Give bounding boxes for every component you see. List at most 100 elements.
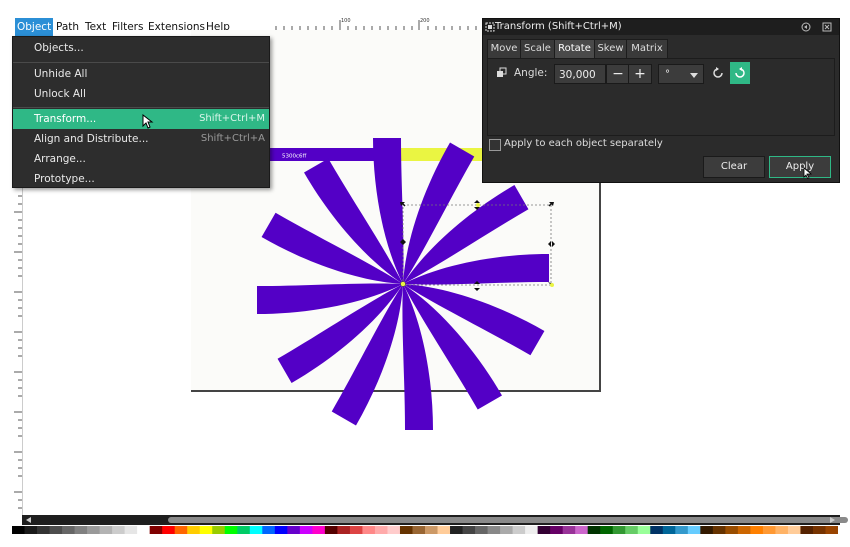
palette-swatch[interactable]: [374, 526, 388, 534]
palette-swatch[interactable]: [512, 526, 526, 534]
palette-swatch[interactable]: [124, 526, 138, 534]
menu-item-objects[interactable]: Objects...: [13, 38, 269, 58]
palette-swatch[interactable]: [775, 526, 789, 534]
menu-item-label: Prototype...: [34, 173, 95, 185]
menu-item-unhide-all[interactable]: Unhide All: [13, 64, 269, 84]
palette-swatch[interactable]: [274, 526, 288, 534]
palette-swatch[interactable]: [262, 526, 276, 534]
apply-each-checkbox[interactable]: [489, 139, 501, 151]
tab-move[interactable]: Move: [487, 39, 521, 59]
palette-swatch[interactable]: [700, 526, 714, 534]
scrollbar-thumb[interactable]: [168, 517, 848, 523]
tab-matrix[interactable]: Matrix: [626, 39, 668, 59]
tab-rotate[interactable]: Rotate: [554, 39, 595, 59]
palette-swatch[interactable]: [162, 526, 176, 534]
palette-swatch[interactable]: [49, 526, 63, 534]
tab-skew[interactable]: Skew: [594, 39, 627, 59]
scroll-right-icon[interactable]: [830, 517, 836, 523]
palette-swatch[interactable]: [174, 526, 188, 534]
palette-swatch[interactable]: [12, 526, 26, 534]
palette-swatch[interactable]: [487, 526, 501, 534]
palette-swatch[interactable]: [387, 526, 401, 534]
palette-swatch[interactable]: [812, 526, 826, 534]
palette-swatch[interactable]: [212, 526, 226, 534]
angle-increment-button[interactable]: +: [628, 64, 652, 84]
palette-swatch[interactable]: [525, 526, 539, 534]
rotate-counterclockwise-icon[interactable]: [712, 67, 724, 79]
palette-swatch[interactable]: [362, 526, 376, 534]
menu-object[interactable]: Object: [15, 18, 54, 36]
menu-item-transform[interactable]: Transform... Shift+Ctrl+M: [13, 109, 269, 129]
palette-swatch[interactable]: [737, 526, 751, 534]
menu-item-align-distribute[interactable]: Align and Distribute... Shift+Ctrl+A: [13, 129, 269, 149]
palette-swatch[interactable]: [237, 526, 251, 534]
menu-text[interactable]: Text: [83, 18, 108, 36]
palette-swatch[interactable]: [299, 526, 313, 534]
angle-unit-select[interactable]: °: [658, 64, 704, 84]
palette-swatch[interactable]: [750, 526, 764, 534]
menu-item-unlock-all[interactable]: Unlock All: [13, 84, 269, 104]
palette-swatch[interactable]: [412, 526, 426, 534]
palette-swatch[interactable]: [662, 526, 676, 534]
palette-swatch[interactable]: [24, 526, 38, 534]
clear-button[interactable]: Clear: [703, 156, 765, 178]
palette-swatch[interactable]: [687, 526, 701, 534]
palette-swatch[interactable]: [74, 526, 88, 534]
color-palette[interactable]: [12, 526, 838, 534]
palette-swatch[interactable]: [199, 526, 213, 534]
menu-path[interactable]: Path: [54, 18, 81, 36]
palette-swatch[interactable]: [762, 526, 776, 534]
palette-swatch[interactable]: [187, 526, 201, 534]
scroll-left-icon[interactable]: [26, 517, 32, 523]
apply-button[interactable]: Apply: [769, 156, 831, 178]
palette-swatch[interactable]: [587, 526, 601, 534]
palette-swatch[interactable]: [550, 526, 564, 534]
close-icon[interactable]: [822, 22, 832, 32]
palette-swatch[interactable]: [712, 526, 726, 534]
horizontal-scrollbar[interactable]: [22, 515, 848, 525]
palette-swatch[interactable]: [349, 526, 363, 534]
palette-swatch[interactable]: [224, 526, 238, 534]
palette-swatch[interactable]: [800, 526, 814, 534]
palette-swatch[interactable]: [650, 526, 664, 534]
palette-swatch[interactable]: [249, 526, 263, 534]
palette-swatch[interactable]: [425, 526, 439, 534]
palette-swatch[interactable]: [312, 526, 326, 534]
palette-swatch[interactable]: [475, 526, 489, 534]
menu-filters[interactable]: Filters: [110, 18, 145, 36]
palette-swatch[interactable]: [500, 526, 514, 534]
tab-scale[interactable]: Scale: [520, 39, 555, 59]
rotate-clockwise-button[interactable]: [730, 62, 750, 84]
palette-swatch[interactable]: [337, 526, 351, 534]
palette-swatch[interactable]: [462, 526, 476, 534]
palette-swatch[interactable]: [562, 526, 576, 534]
dialog-titlebar[interactable]: Transform (Shift+Ctrl+M): [483, 19, 839, 35]
palette-swatch[interactable]: [62, 526, 76, 534]
palette-swatch[interactable]: [787, 526, 801, 534]
menu-item-prototype[interactable]: Prototype...: [13, 169, 269, 189]
palette-swatch[interactable]: [87, 526, 101, 534]
palette-swatch[interactable]: [537, 526, 551, 534]
palette-swatch[interactable]: [637, 526, 651, 534]
angle-input[interactable]: 30,000: [554, 64, 606, 84]
palette-swatch[interactable]: [725, 526, 739, 534]
palette-swatch[interactable]: [399, 526, 413, 534]
palette-swatch[interactable]: [112, 526, 126, 534]
palette-swatch[interactable]: [324, 526, 338, 534]
menu-item-arrange[interactable]: Arrange...: [13, 149, 269, 169]
palette-swatch[interactable]: [825, 526, 838, 534]
palette-swatch[interactable]: [575, 526, 589, 534]
palette-swatch[interactable]: [625, 526, 639, 534]
palette-swatch[interactable]: [287, 526, 301, 534]
palette-swatch[interactable]: [450, 526, 464, 534]
palette-swatch[interactable]: [437, 526, 451, 534]
angle-decrement-button[interactable]: −: [606, 64, 630, 84]
palette-swatch[interactable]: [149, 526, 163, 534]
palette-swatch[interactable]: [137, 526, 151, 534]
palette-swatch[interactable]: [612, 526, 626, 534]
palette-swatch[interactable]: [99, 526, 113, 534]
dock-icon[interactable]: [801, 22, 811, 32]
palette-swatch[interactable]: [600, 526, 614, 534]
palette-swatch[interactable]: [37, 526, 51, 534]
palette-swatch[interactable]: [675, 526, 689, 534]
